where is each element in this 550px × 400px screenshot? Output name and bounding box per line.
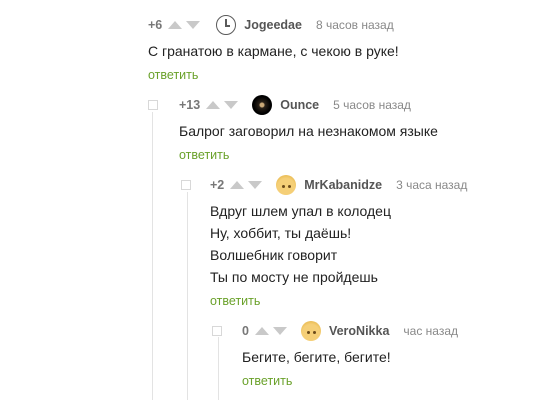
comment-time: 3 часа назад <box>396 178 468 192</box>
downvote-icon[interactable] <box>186 21 201 29</box>
avatar[interactable] <box>252 95 273 115</box>
comment-text: Бегите, бегите, бегите! <box>242 349 391 365</box>
comment-username[interactable]: VeroNikka <box>329 324 389 338</box>
comment-username[interactable]: Jogeedae <box>244 18 302 32</box>
reply-link[interactable]: ответить <box>242 374 292 388</box>
thread-line <box>152 112 153 400</box>
downvote-icon[interactable] <box>272 327 287 335</box>
comment-header: +2 MrKabanidze 3 часа назад <box>210 175 467 195</box>
comment-text: Волшебник говорит <box>210 247 338 263</box>
comment-rating: 0 <box>242 324 249 338</box>
comment-time: 5 часов назад <box>333 98 411 112</box>
comment-text: Ну, хоббит, ты даёшь! <box>210 225 352 241</box>
thread-line <box>218 337 219 400</box>
comment-text: Ты по мосту не пройдешь <box>210 269 378 285</box>
upvote-icon[interactable] <box>254 327 269 335</box>
comment-username[interactable]: Ounce <box>280 98 319 112</box>
reply-link[interactable]: ответить <box>179 148 229 162</box>
comment-text: С гранатою в кармане, с чекою в руке! <box>148 43 399 59</box>
clock-avatar-icon[interactable] <box>216 15 237 35</box>
avatar[interactable] <box>300 321 321 341</box>
collapse-button[interactable] <box>181 180 191 190</box>
comment-rating: +13 <box>179 98 201 112</box>
collapse-button[interactable] <box>148 100 158 110</box>
upvote-icon[interactable] <box>206 101 221 109</box>
comment-rating: +6 <box>148 18 163 32</box>
avatar[interactable] <box>276 175 297 195</box>
comment-text: Вдруг шлем упал в колодец <box>210 203 391 219</box>
upvote-icon[interactable] <box>230 181 245 189</box>
comment-text: Балрог заговорил на незнакомом языке <box>179 123 438 139</box>
reply-link[interactable]: ответить <box>148 68 198 82</box>
comment-header: 0 VeroNikka час назад <box>242 321 458 341</box>
collapse-button[interactable] <box>212 326 222 336</box>
downvote-icon[interactable] <box>224 101 239 109</box>
comment-username[interactable]: MrKabanidze <box>304 178 382 192</box>
thread-line <box>187 192 188 400</box>
comment-header: +13 Ounce 5 часов назад <box>179 95 411 115</box>
comment-header: +6 Jogeedae 8 часов назад <box>148 15 394 35</box>
upvote-icon[interactable] <box>168 21 183 29</box>
comment-time: час назад <box>403 324 459 338</box>
reply-link[interactable]: ответить <box>210 294 260 308</box>
downvote-icon[interactable] <box>248 181 263 189</box>
comment-rating: +2 <box>210 178 225 192</box>
comment-time: 8 часов назад <box>315 18 394 32</box>
